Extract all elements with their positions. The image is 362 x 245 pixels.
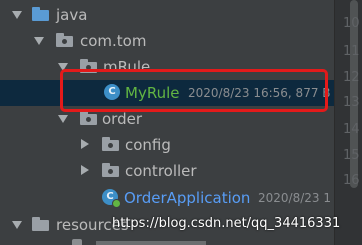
package-folder-icon	[80, 111, 97, 125]
chevron-right-icon[interactable]	[81, 165, 89, 175]
project-tree: java com.tom mRule C MyRule 2020/8/23 16…	[0, 0, 334, 245]
line-number: 14	[343, 122, 360, 137]
tree-row-config[interactable]: config	[0, 132, 334, 158]
annotation-highlight-box	[60, 69, 328, 112]
package-folder-icon	[56, 33, 73, 47]
watermark-text: https://blog.csdn.net/qq_34416331	[112, 216, 341, 231]
source-folder-icon	[32, 7, 49, 21]
java-class-icon: C	[102, 189, 121, 208]
tree-label-config: config	[125, 136, 171, 154]
package-folder-icon	[102, 137, 119, 151]
chevron-down-icon[interactable]	[58, 115, 68, 123]
chevron-down-icon[interactable]	[12, 221, 22, 229]
package-folder-icon	[102, 163, 119, 177]
tree-label-order: order	[102, 110, 142, 128]
tree-label-java: java	[56, 6, 88, 24]
file-meta-order-application: 2020/8/23 1	[258, 191, 331, 205]
tree-row-order-application[interactable]: C OrderApplication 2020/8/23 1	[0, 185, 334, 211]
chevron-down-icon[interactable]	[12, 11, 22, 19]
chevron-right-icon[interactable]	[81, 139, 89, 149]
spring-boot-icon	[112, 199, 121, 208]
tree-row-partial	[72, 239, 212, 245]
chevron-down-icon[interactable]	[34, 37, 44, 45]
tree-row-com-tom[interactable]: com.tom	[0, 28, 334, 54]
tree-label-order-application: OrderApplication	[124, 189, 251, 207]
resources-folder-icon	[32, 217, 49, 231]
line-number: 13	[343, 95, 360, 110]
line-number: 16	[343, 173, 360, 188]
tree-row-controller[interactable]: controller	[0, 158, 334, 184]
line-number: 12	[343, 70, 360, 85]
line-number: 15	[343, 148, 360, 163]
line-number: 10	[343, 16, 360, 31]
tree-label-com-tom: com.tom	[80, 32, 147, 50]
tree-label-controller: controller	[125, 162, 197, 180]
tree-row-java[interactable]: java	[0, 2, 334, 28]
line-number: 11	[343, 44, 360, 59]
